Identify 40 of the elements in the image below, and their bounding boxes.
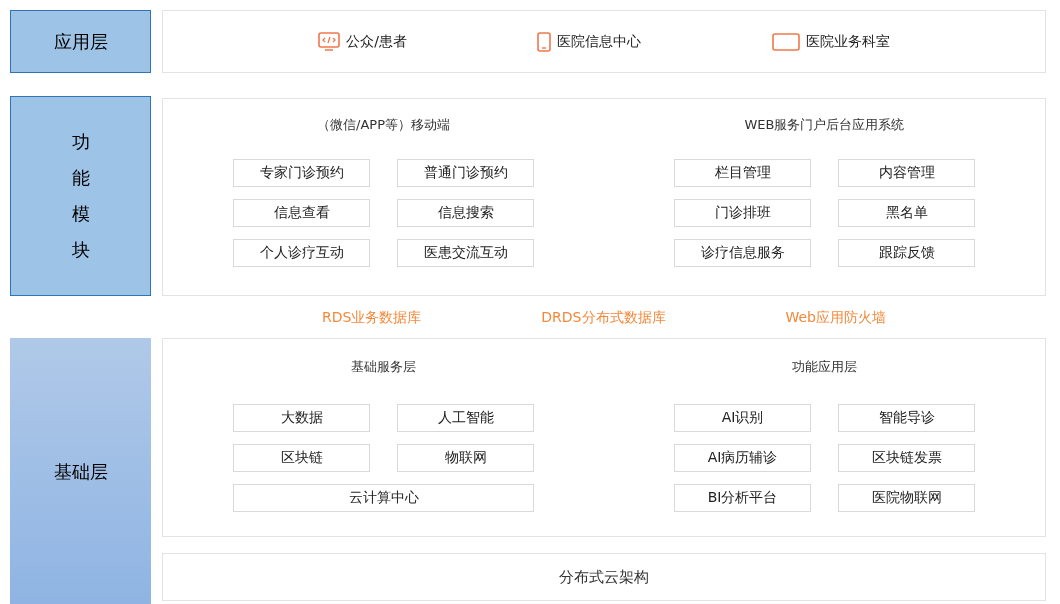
tablet-icon [537,31,552,52]
module-box: 大数据 [233,403,370,432]
module-box: 个人诊疗互动 [233,238,370,267]
group-title: WEB服务门户后台应用系统 [744,116,905,134]
group-title: 基础服务层 [351,358,416,376]
module-box: BI分析平台 [674,483,811,512]
module-box: 黑名单 [838,198,975,227]
module-box: 普通门诊预约 [397,158,534,187]
module-box: 区块链 [233,443,370,472]
module-box: 物联网 [397,443,534,472]
layer-item-label: 医院信息中心 [557,32,642,51]
group-title: （微信/APP等）移动端 [317,116,450,134]
layer-item-label: 医院业务科室 [805,32,890,51]
module-box: 栏目管理 [674,158,811,187]
module-box: 跟踪反馈 [838,238,975,267]
database-label: Web应用防火墙 [785,307,886,327]
module-box: 医患交流互动 [397,238,534,267]
module-box: 云计算中心 [233,483,534,512]
module-box: 区块链发票 [838,443,975,472]
rectangle-icon [771,32,800,51]
module-box: 智能导诊 [838,403,975,432]
module-box: AI病历辅诊 [674,443,811,472]
database-label: RDS业务数据库 [321,307,422,327]
module-box: 内容管理 [838,158,975,187]
footer-panel: 分布式云架构 [162,553,1046,601]
module-box: 诊疗信息服务 [674,238,811,267]
code-monitor-icon [318,31,341,52]
layer-label: 基础层 [10,338,151,604]
module-box: AI识别 [674,403,811,432]
layer-label: 应用层 [10,10,151,73]
database-label: DRDS分布式数据库 [541,307,666,327]
module-box: 专家门诊预约 [233,158,370,187]
module-box: 医院物联网 [838,483,975,512]
group-title: 功能应用层 [792,358,857,376]
module-box: 人工智能 [397,403,534,432]
layer-item-label: 公众/患者 [346,32,407,51]
module-box: 信息搜索 [397,198,534,227]
module-box: 门诊排班 [674,198,811,227]
layer-label: 功能模块 [10,96,151,296]
module-box: 信息查看 [233,198,370,227]
